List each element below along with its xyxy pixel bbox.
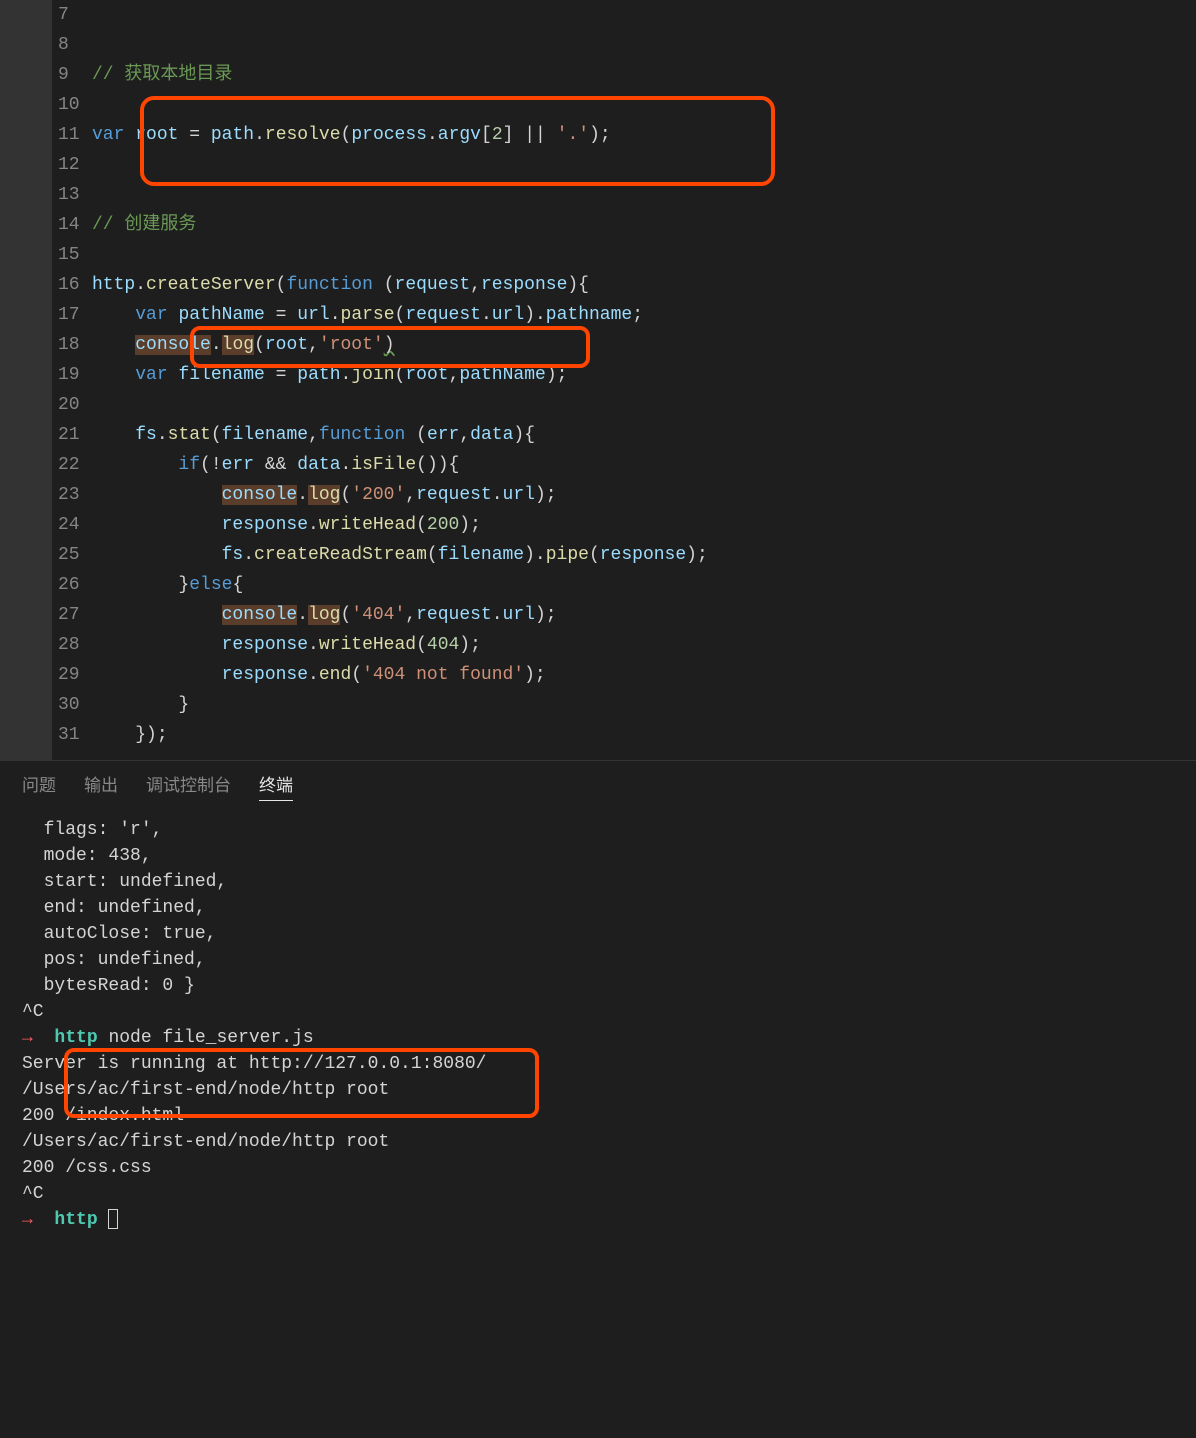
terminal-line: ^C: [22, 999, 1174, 1025]
activity-bar: [0, 0, 52, 760]
code-line: [92, 150, 1196, 180]
code-line: // 获取本地目录: [92, 60, 1196, 90]
terminal-line: Server is running at http://127.0.0.1:80…: [22, 1051, 1174, 1077]
tab-terminal[interactable]: 终端: [259, 771, 293, 801]
code-line: var root = path.resolve(process.argv[2] …: [92, 120, 1196, 150]
terminal-line: 200 /index.html: [22, 1103, 1174, 1129]
panel-tabs: 问题 输出 调试控制台 终端: [0, 761, 1196, 811]
terminal-line: mode: 438,: [22, 843, 1174, 869]
code-line: fs.createReadStream(filename).pipe(respo…: [92, 540, 1196, 570]
terminal-cursor: [108, 1209, 118, 1229]
code-line: [92, 240, 1196, 270]
terminal-line: /Users/ac/first-end/node/http root: [22, 1077, 1174, 1103]
terminal-line: bytesRead: 0 }: [22, 973, 1174, 999]
tab-problems[interactable]: 问题: [22, 771, 56, 801]
code-line: response.writeHead(200);: [92, 510, 1196, 540]
terminal-line: pos: undefined,: [22, 947, 1174, 973]
code-line: [92, 390, 1196, 420]
terminal-line: start: undefined,: [22, 869, 1174, 895]
terminal-line: 200 /css.css: [22, 1155, 1174, 1181]
tab-debug-console[interactable]: 调试控制台: [146, 771, 231, 801]
terminal-line: autoClose: true,: [22, 921, 1174, 947]
code-line: console.log(root,'root'): [92, 330, 1196, 360]
code-line: if(!err && data.isFile()){: [92, 450, 1196, 480]
code-content[interactable]: // 获取本地目录 var root = path.resolve(proces…: [72, 0, 1196, 760]
terminal-line: ^C: [22, 1181, 1174, 1207]
code-line: console.log('404',request.url);: [92, 600, 1196, 630]
code-editor[interactable]: 7 8 9 10 11 12 13 14 15 16 17 18 19 20 2…: [0, 0, 1196, 760]
code-line: http.createServer(function (request,resp…: [92, 270, 1196, 300]
code-line: [92, 0, 1196, 30]
code-line: [92, 180, 1196, 210]
terminal-prompt[interactable]: → http: [22, 1207, 1174, 1233]
tab-output[interactable]: 输出: [84, 771, 118, 801]
code-line: [92, 30, 1196, 60]
terminal-output[interactable]: flags: 'r', mode: 438, start: undefined,…: [0, 811, 1196, 1233]
terminal-line: end: undefined,: [22, 895, 1174, 921]
code-line: fs.stat(filename,function (err,data){: [92, 420, 1196, 450]
code-line: [92, 90, 1196, 120]
code-line: response.writeHead(404);: [92, 630, 1196, 660]
code-line: }else{: [92, 570, 1196, 600]
terminal-line: /Users/ac/first-end/node/http root: [22, 1129, 1174, 1155]
code-line: response.end('404 not found');: [92, 660, 1196, 690]
code-line: });: [92, 720, 1196, 750]
code-line: var filename = path.join(root,pathName);: [92, 360, 1196, 390]
code-line: var pathName = url.parse(request.url).pa…: [92, 300, 1196, 330]
terminal-line: flags: 'r',: [22, 817, 1174, 843]
code-line: }: [92, 690, 1196, 720]
terminal-prompt: → http node file_server.js: [22, 1025, 1174, 1051]
bottom-panel: 问题 输出 调试控制台 终端 flags: 'r', mode: 438, st…: [0, 760, 1196, 1233]
code-line: console.log('200',request.url);: [92, 480, 1196, 510]
code-line: // 创建服务: [92, 210, 1196, 240]
